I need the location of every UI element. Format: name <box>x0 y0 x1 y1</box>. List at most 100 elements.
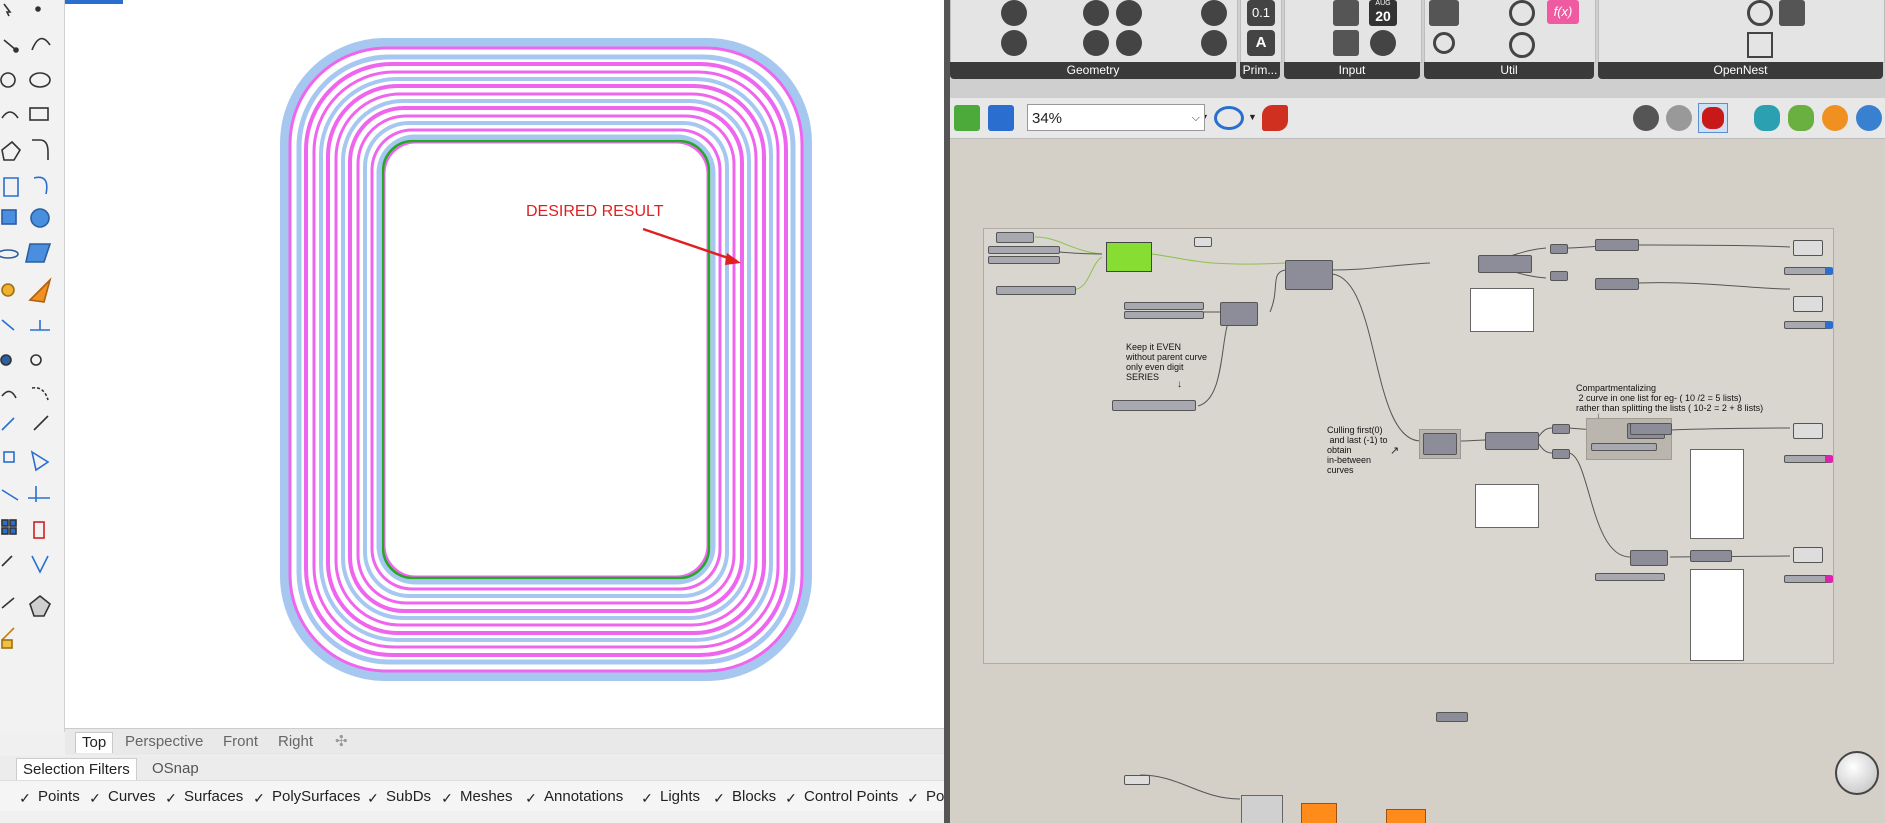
component-node[interactable] <box>1595 239 1639 251</box>
param-node[interactable] <box>1552 424 1570 434</box>
tree-icon[interactable] <box>1429 0 1459 26</box>
group-param-icon[interactable] <box>1116 30 1142 56</box>
orange-component[interactable] <box>1386 809 1426 823</box>
text-panel[interactable] <box>1475 484 1539 528</box>
point-param-icon[interactable] <box>1201 0 1227 26</box>
dropdown-icon[interactable]: ▼ <box>1248 112 1257 122</box>
component-node[interactable] <box>1285 260 1333 290</box>
component-node[interactable] <box>1485 432 1539 450</box>
tab-top[interactable]: Top <box>75 732 114 753</box>
slider-node[interactable] <box>1591 443 1657 451</box>
mesh-preview-icon[interactable] <box>1754 105 1780 131</box>
slider-node[interactable] <box>1595 573 1665 581</box>
component-node[interactable] <box>1595 278 1639 290</box>
document-preview-icon[interactable] <box>1788 105 1814 131</box>
tab-front[interactable]: Front <box>217 732 264 752</box>
slider-node[interactable] <box>988 246 1060 254</box>
filter-lights[interactable]: ✓ Lights <box>640 787 700 807</box>
shaded-preview-icon[interactable] <box>1666 105 1692 131</box>
material-sphere-icon[interactable] <box>1822 105 1848 131</box>
filter-annotations[interactable]: ✓ Annotations <box>524 787 623 807</box>
calendar-icon[interactable]: AUG 20 <box>1369 0 1397 26</box>
wireframe-preview-icon[interactable] <box>1633 105 1659 131</box>
slider-node[interactable] <box>996 286 1076 295</box>
param-node[interactable] <box>1550 271 1568 281</box>
mesh-icon[interactable] <box>1083 0 1109 26</box>
param-node[interactable] <box>1550 244 1568 254</box>
text-panel[interactable] <box>1690 569 1744 661</box>
brep-icon[interactable] <box>1001 0 1027 26</box>
checkbox-check-icon[interactable]: ✓ <box>366 791 380 805</box>
slider-node[interactable] <box>1112 400 1196 411</box>
param-node[interactable] <box>1124 775 1150 785</box>
text-panel[interactable] <box>1690 449 1744 539</box>
field-param-icon[interactable] <box>1201 30 1227 56</box>
component-node[interactable] <box>1220 302 1258 326</box>
filter-meshes[interactable]: ✓ Meshes <box>440 787 512 807</box>
checkbox-check-icon[interactable]: ✓ <box>88 791 102 805</box>
tab-right[interactable]: Right <box>272 732 319 752</box>
curve-param-icon[interactable] <box>1001 30 1027 56</box>
param-node[interactable] <box>1793 296 1823 312</box>
param-node[interactable] <box>1793 547 1823 563</box>
slider-node[interactable] <box>988 256 1060 264</box>
add-viewport-icon[interactable]: ✣ <box>329 732 354 752</box>
checkbox-check-icon[interactable]: ✓ <box>440 791 454 805</box>
filter-surfaces[interactable]: ✓ Surfaces <box>164 787 243 807</box>
component-node[interactable] <box>1690 550 1732 562</box>
checkbox-check-icon[interactable]: ✓ <box>784 791 798 805</box>
checkbox-check-icon[interactable]: ✓ <box>906 791 920 805</box>
orange-component[interactable] <box>1301 803 1337 823</box>
clock-icon[interactable] <box>1370 30 1396 56</box>
filter-subds[interactable]: ✓ SubDs <box>366 787 431 807</box>
component-node[interactable] <box>1436 712 1468 722</box>
output-node[interactable] <box>1784 455 1833 463</box>
render-sphere-icon[interactable] <box>1856 105 1882 131</box>
zoom-dropdown[interactable]: 34% ⌵ <box>1027 104 1205 131</box>
output-node[interactable] <box>1784 267 1833 275</box>
ribbon-label-util[interactable]: Util <box>1424 62 1594 79</box>
checkbox-check-icon[interactable]: ✓ <box>252 791 266 805</box>
timer-icon[interactable] <box>1509 0 1535 26</box>
ribbon-label-opennest[interactable]: OpenNest <box>1598 62 1883 79</box>
filter-po[interactable]: ✓ Po <box>906 787 944 807</box>
param-node[interactable] <box>1793 240 1823 256</box>
galapagos-icon[interactable] <box>1433 32 1455 54</box>
slider-node[interactable] <box>1124 302 1204 310</box>
image-sampler-icon[interactable] <box>1333 0 1359 26</box>
component-node[interactable] <box>1630 550 1668 566</box>
component-node[interactable] <box>1478 255 1532 273</box>
checkbox-check-icon[interactable]: ✓ <box>712 791 726 805</box>
checkbox-check-icon[interactable]: ✓ <box>164 791 178 805</box>
chevron-down-icon[interactable]: ⌵ <box>1192 105 1200 132</box>
text-param-icon[interactable]: A <box>1247 30 1275 56</box>
gh-canvas[interactable]: Keep it EVEN without parent curve only e… <box>950 139 1885 823</box>
expression-icon[interactable]: f(x) <box>1547 0 1579 24</box>
param-node[interactable] <box>1194 237 1212 247</box>
tab-osnap[interactable]: OSnap <box>146 758 205 779</box>
filter-polysurfaces[interactable]: ✓ PolySurfaces <box>252 787 360 807</box>
curve-param-green[interactable] <box>1106 242 1152 272</box>
param-node[interactable] <box>1793 423 1823 439</box>
filter-points[interactable]: ✓ Points <box>18 787 80 807</box>
checkbox-check-icon[interactable]: ✓ <box>18 791 32 805</box>
ribbon-label-primitive[interactable]: Prim... <box>1240 62 1280 79</box>
component-node[interactable] <box>1241 795 1283 823</box>
slider-node[interactable] <box>1124 311 1204 319</box>
param-node[interactable] <box>996 232 1034 243</box>
value-list-icon[interactable] <box>1333 30 1359 56</box>
number-param-icon[interactable]: 0.1 <box>1247 0 1275 26</box>
output-node[interactable] <box>1784 321 1833 329</box>
selected-preview-button[interactable] <box>1698 103 1728 133</box>
checkbox-check-icon[interactable]: ✓ <box>524 791 538 805</box>
nest-shape-icon[interactable] <box>1779 0 1805 26</box>
component-node[interactable] <box>1630 423 1672 435</box>
param-node[interactable] <box>1552 449 1570 459</box>
cull-component[interactable] <box>1423 433 1457 455</box>
ribbon-label-geometry[interactable]: Geometry <box>950 62 1236 79</box>
nest-circles-icon[interactable] <box>1747 0 1773 26</box>
navigation-compass-icon[interactable] <box>1835 751 1879 795</box>
surface-param-icon[interactable] <box>1083 30 1109 56</box>
text-panel[interactable] <box>1470 288 1534 332</box>
save-file-icon[interactable] <box>988 105 1014 131</box>
